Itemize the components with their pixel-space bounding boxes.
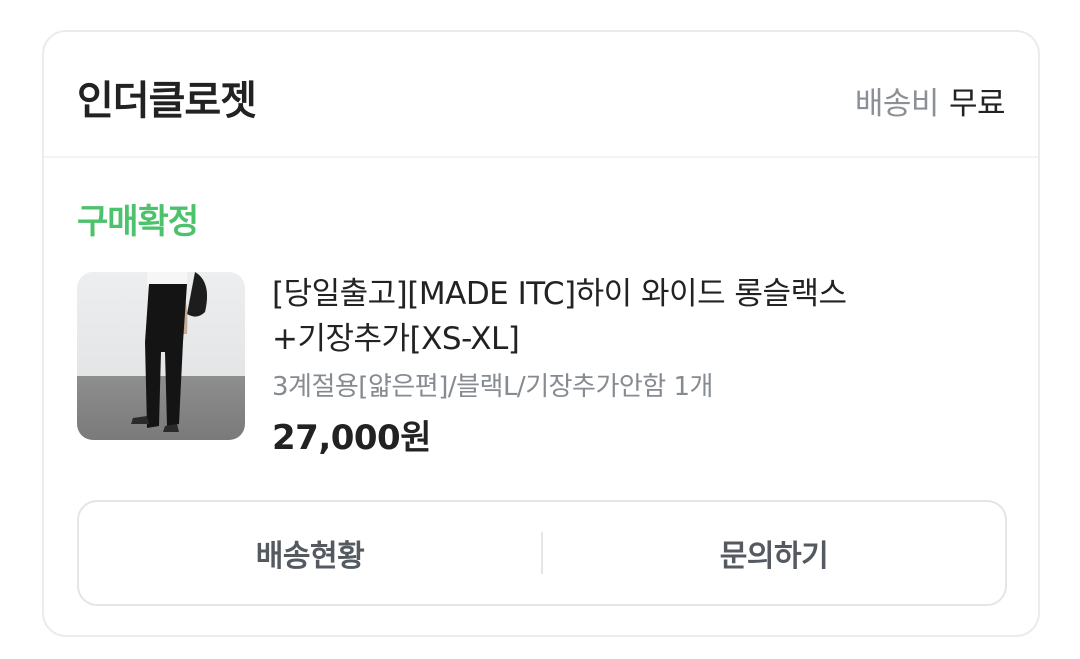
shipping-fee: 배송비 무료: [854, 78, 1006, 123]
product-option: 3계절용[얇은편]/블랙L/기장추가안함 1개: [272, 372, 713, 402]
shipping-fee-label: 배송비: [854, 86, 940, 122]
delivery-status-button[interactable]: 배송현황: [79, 502, 541, 604]
order-status-badge: 구매확정: [77, 202, 199, 242]
product-title-line-1: [당일출고][MADE ITC]하이 와이드 롱슬랙스: [272, 276, 847, 312]
inquiry-button[interactable]: 문의하기: [543, 502, 1005, 604]
product-title[interactable]: [당일출고][MADE ITC]하이 와이드 롱슬랙스 +기장추가[XS-XL]: [272, 272, 992, 362]
product-image: [131, 272, 208, 432]
product-info: [당일출고][MADE ITC]하이 와이드 롱슬랙스 +기장추가[XS-XL]…: [272, 272, 992, 459]
product-title-line-2: +기장추가[XS-XL]: [272, 321, 520, 357]
product-thumbnail[interactable]: [77, 272, 245, 440]
order-actions: 배송현황 문의하기: [77, 500, 1007, 606]
order-card-header: 인더클로젯 배송비 무료: [44, 32, 1038, 158]
shipping-fee-value: 무료: [948, 86, 1006, 122]
product-price: 27,000원: [272, 418, 431, 458]
order-card: 인더클로젯 배송비 무료 구매확정 [당일출고][MADE ITC]하이 와이드 …: [42, 30, 1040, 637]
store-name[interactable]: 인더클로젯: [77, 68, 257, 126]
